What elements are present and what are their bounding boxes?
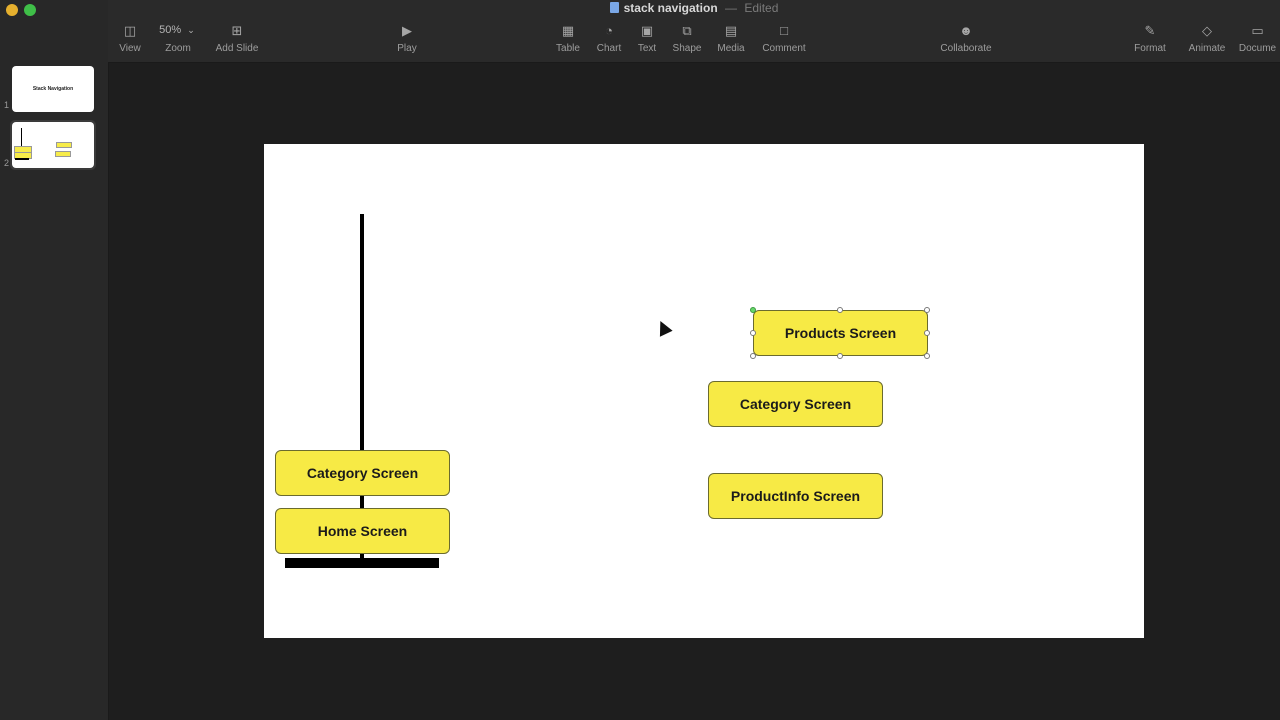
box-label: Home Screen	[317, 523, 408, 539]
selection-handle[interactable]	[924, 307, 930, 313]
document-icon	[609, 2, 619, 13]
selection-handle[interactable]	[750, 330, 756, 336]
add-slide-label: Add Slide	[215, 43, 259, 54]
slide-thumbnail-title: Stack Navigation	[32, 86, 74, 92]
selection-handle[interactable]	[750, 353, 756, 359]
paintbrush-icon: ✎	[1144, 23, 1156, 38]
zoom-spacer	[148, 22, 208, 40]
format-button[interactable]: ✎ Format	[1120, 22, 1180, 54]
play-button[interactable]: ▶ Play	[377, 22, 437, 54]
format-label: Format	[1134, 43, 1166, 54]
play-label: Play	[397, 43, 417, 54]
mini-box	[56, 142, 72, 148]
mini-box	[55, 151, 71, 157]
collaborate-icon: ☻	[959, 23, 973, 38]
minimize-window-button[interactable]	[6, 4, 18, 16]
media-label: Media	[717, 43, 745, 54]
slide-number-1: 1	[4, 100, 10, 110]
comment-label: Comment	[762, 43, 806, 54]
document-button[interactable]: ▭ Docume	[1235, 22, 1280, 54]
products-screen-box[interactable]: Products Screen	[753, 310, 928, 356]
slide-thumbnail-2[interactable]	[12, 122, 94, 168]
selection-handle[interactable]	[924, 330, 930, 336]
add-slide-button[interactable]: ⊞ Add Slide	[207, 22, 267, 54]
plus-square-icon: ⊞	[231, 23, 243, 38]
stack-box-home[interactable]: Home Screen	[275, 508, 450, 554]
slide-thumbnail-1[interactable]: Stack Navigation	[12, 66, 94, 112]
diamond-icon: ◇	[1202, 23, 1212, 38]
keynote-window: Stack Navigation 1 2 stack navigation — …	[0, 0, 1280, 720]
title-separator: —	[725, 1, 737, 15]
comment-button[interactable]: □ Comment	[754, 22, 814, 54]
stack-box-category[interactable]: Category Screen	[275, 450, 450, 496]
selection-handle[interactable]	[837, 353, 843, 359]
slide-number-2: 2	[4, 158, 10, 168]
fullscreen-window-button[interactable]	[24, 4, 36, 16]
animate-label: Animate	[1188, 43, 1226, 54]
productinfo-screen-box[interactable]: ProductInfo Screen	[708, 473, 883, 519]
document-icon: ▭	[1251, 23, 1264, 38]
document-label: Docume	[1238, 43, 1277, 54]
image-icon: ▤	[724, 23, 738, 38]
animate-button[interactable]: ◇ Animate	[1177, 22, 1237, 54]
zoom-label: Zoom	[165, 43, 191, 54]
media-button[interactable]: ▤ Media	[701, 22, 761, 54]
selection-handle[interactable]	[924, 353, 930, 359]
toolbar: stack navigation — Edited ◫ View 50% ⌄ Z…	[108, 0, 1280, 63]
mini-stack-base	[15, 158, 29, 160]
play-icon: ▶	[402, 23, 412, 38]
box-label: Category Screen	[306, 465, 419, 481]
selection-handle[interactable]	[837, 307, 843, 313]
zoom-button[interactable]: Zoom	[148, 22, 208, 54]
category-screen-box[interactable]: Category Screen	[708, 381, 883, 427]
comment-icon: □	[780, 23, 788, 38]
box-label: Products Screen	[784, 325, 897, 341]
edited-status: Edited	[744, 1, 779, 15]
window-title: stack navigation — Edited	[108, 1, 1280, 15]
collaborate-button[interactable]: ☻ Collaborate	[936, 22, 996, 54]
box-label: ProductInfo Screen	[730, 488, 861, 504]
document-title: stack navigation	[623, 1, 718, 15]
selection-handle[interactable]	[750, 307, 756, 313]
box-label: Category Screen	[739, 396, 852, 412]
collaborate-label: Collaborate	[940, 43, 992, 54]
stack-base-bar[interactable]	[285, 558, 439, 568]
slide-navigator: Stack Navigation 1 2	[0, 0, 109, 720]
slide-canvas[interactable]: Category Screen Home Screen Products Scr…	[264, 144, 1144, 638]
